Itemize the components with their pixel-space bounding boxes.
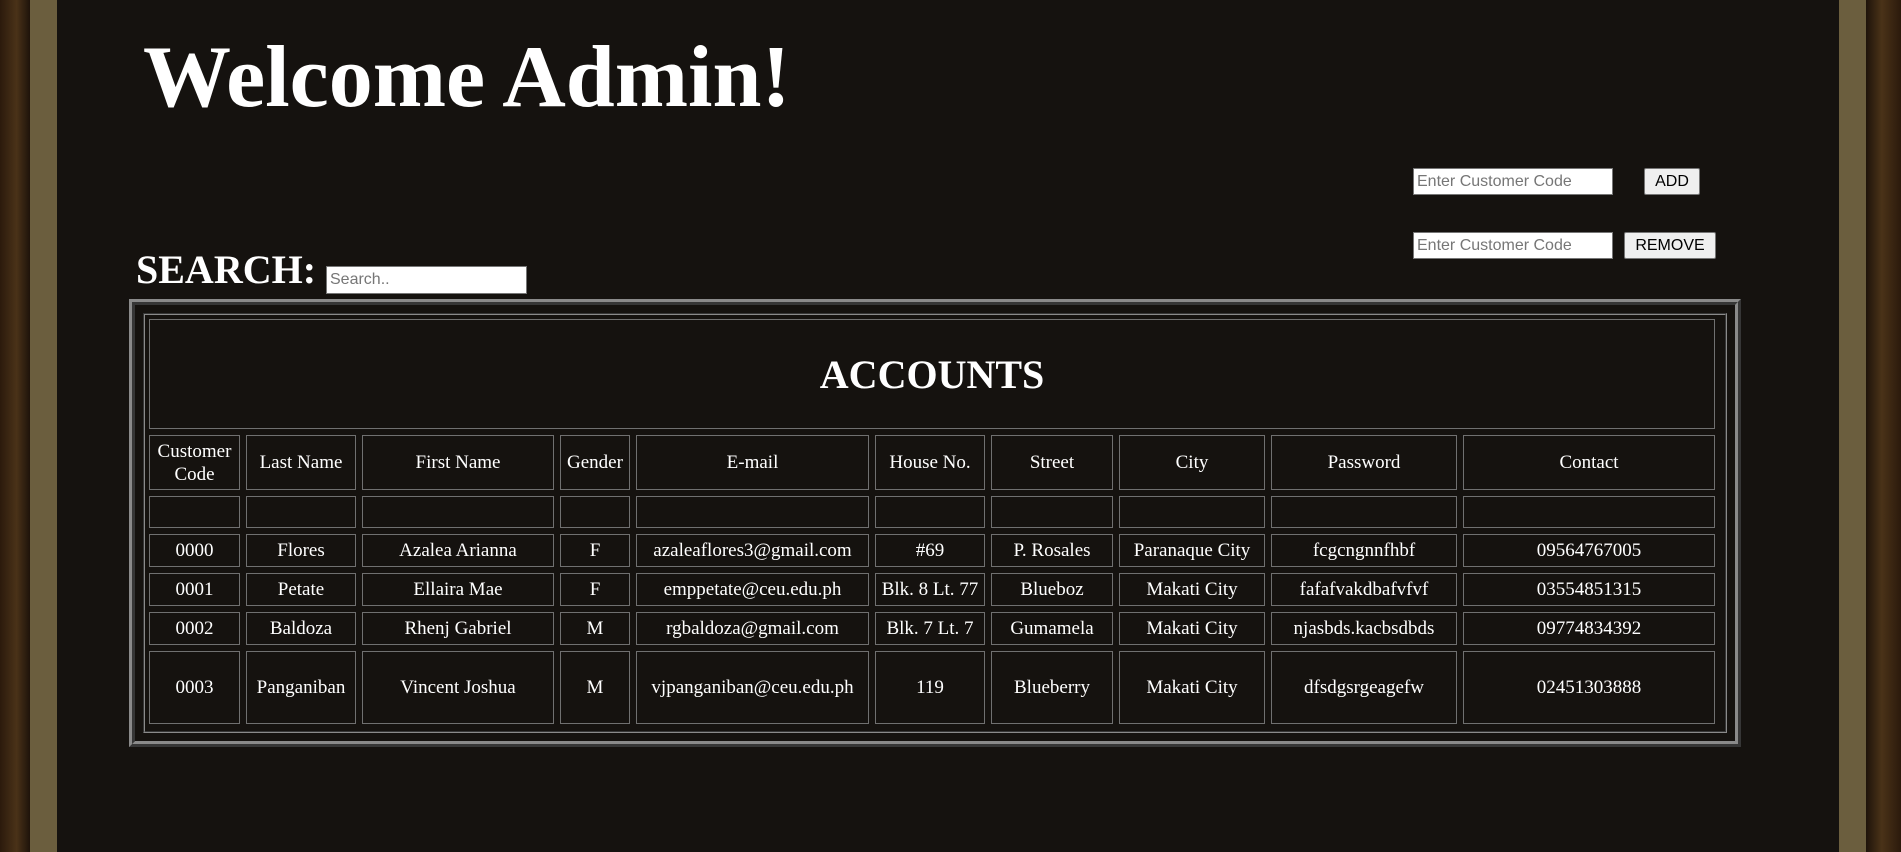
table-cell: fcgcngnnfhbf [1271, 534, 1457, 567]
table-cell: M [560, 612, 630, 645]
table-cell: Petate [246, 573, 356, 606]
add-button[interactable]: ADD [1644, 168, 1700, 195]
accounts-inner-frame: ACCOUNTS Customer Code Last Name First Nam… [143, 313, 1727, 733]
column-header: Contact [1463, 435, 1716, 490]
table-cell: Paranaque City [1119, 534, 1265, 567]
table-row: 0000 Flores Azalea Arianna Fazaleaflores3@g… [149, 534, 1716, 567]
empty-cell [636, 496, 869, 528]
column-header: Password [1271, 435, 1457, 490]
left-border [0, 0, 30, 852]
table-cell: Blueberry [991, 651, 1113, 724]
empty-cell [1119, 496, 1265, 528]
empty-cell [149, 496, 240, 528]
table-cell: Flores [246, 534, 356, 567]
table-cell: Vincent Joshua [362, 651, 554, 724]
table-cell: 0002 [149, 612, 240, 645]
table-cell: emppetate@ceu.edu.ph [636, 573, 869, 606]
empty-cell [246, 496, 356, 528]
table-cell: 0000 [149, 534, 240, 567]
column-header: E-mail [636, 435, 869, 490]
table-cell: vjpanganiban@ceu.edu.ph [636, 651, 869, 724]
empty-cell [1271, 496, 1457, 528]
table-header-row: Customer Code Last Name First Name Gender E-… [149, 435, 1716, 490]
table-cell: 0003 [149, 651, 240, 724]
table-cell: Makati City [1119, 612, 1265, 645]
remove-button[interactable]: REMOVE [1624, 232, 1716, 259]
table-cell: #69 [875, 534, 985, 567]
table-cell: F [560, 534, 630, 567]
table-row: 0002 Baldoza Rhenj Gabriel Mrgbaldoza@gmail… [149, 612, 1716, 645]
add-customer-code-input[interactable] [1413, 168, 1613, 195]
table-cell: Blk. 8 Lt. 77 [875, 573, 985, 606]
table-cell: M [560, 651, 630, 724]
table-cell: dfsdgsrgeagefw [1271, 651, 1457, 724]
right-stripe [1839, 0, 1866, 852]
table-cell: Ellaira Mae [362, 573, 554, 606]
column-header: Last Name [246, 435, 356, 490]
table-cell: Azalea Arianna [362, 534, 554, 567]
table-row: 0003 Panganiban Vincent Joshua Mvjpanganiba… [149, 651, 1716, 724]
accounts-frame: ACCOUNTS Customer Code Last Name First Nam… [129, 299, 1741, 747]
empty-cell [560, 496, 630, 528]
remove-customer-code-input[interactable] [1413, 232, 1613, 259]
table-cell: 0001 [149, 573, 240, 606]
search-input[interactable] [326, 266, 527, 294]
column-header: First Name [362, 435, 554, 490]
table-cell: Blueboz [991, 573, 1113, 606]
search-label: SEARCH: [136, 247, 317, 292]
empty-cell [362, 496, 554, 528]
table-row: 0001 Petate Ellaira Mae Femppetate@ceu.edu.… [149, 573, 1716, 606]
table-cell: 09774834392 [1463, 612, 1716, 645]
column-header: Customer Code [149, 435, 240, 490]
table-empty-row [149, 496, 1716, 528]
table-cell: 09564767005 [1463, 534, 1716, 567]
table-cell: 02451303888 [1463, 651, 1716, 724]
table-cell: 03554851315 [1463, 573, 1716, 606]
empty-cell [875, 496, 985, 528]
table-cell: Makati City [1119, 573, 1265, 606]
table-cell: Gumamela [991, 612, 1113, 645]
column-header: Gender [560, 435, 630, 490]
column-header: City [1119, 435, 1265, 490]
empty-cell [991, 496, 1113, 528]
table-cell: rgbaldoza@gmail.com [636, 612, 869, 645]
table-cell: Makati City [1119, 651, 1265, 724]
table-cell: azaleaflores3@gmail.com [636, 534, 869, 567]
table-cell: F [560, 573, 630, 606]
table-cell: fafafvakdbafvfvf [1271, 573, 1457, 606]
left-stripe [30, 0, 57, 852]
table-cell: Baldoza [246, 612, 356, 645]
empty-cell [1463, 496, 1716, 528]
page-title: Welcome Admin! [143, 29, 791, 126]
table-cell: P. Rosales [991, 534, 1113, 567]
table-cell: njasbds.kacbsdbds [1271, 612, 1457, 645]
table-cell: Rhenj Gabriel [362, 612, 554, 645]
column-header: House No. [875, 435, 985, 490]
accounts-table: ACCOUNTS Customer Code Last Name First Nam… [143, 313, 1721, 730]
right-border [1866, 0, 1901, 852]
column-header: Street [991, 435, 1113, 490]
table-cell: 119 [875, 651, 985, 724]
table-cell: Blk. 7 Lt. 7 [875, 612, 985, 645]
accounts-title: ACCOUNTS [149, 319, 1716, 429]
table-cell: Panganiban [246, 651, 356, 724]
